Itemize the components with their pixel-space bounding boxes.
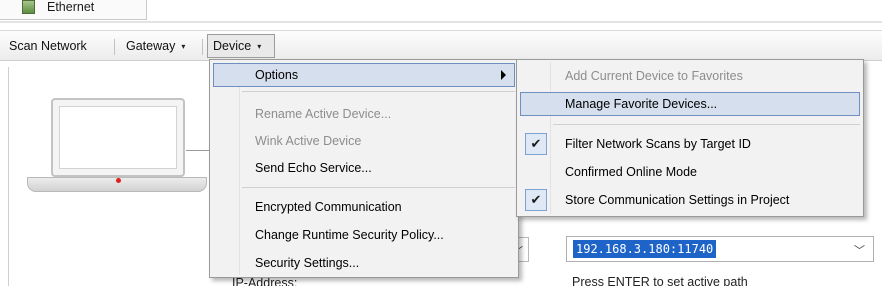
gateway-dropdown-button[interactable]: Gateway ▾: [121, 34, 190, 58]
menu-item-label: Add Current Device to Favorites: [565, 69, 743, 83]
laptop-screen: [51, 98, 185, 177]
tab-strip: Ethernet: [0, 0, 882, 23]
tab-ethernet-label: Ethernet: [47, 0, 95, 14]
menu-item-options[interactable]: Options: [213, 63, 515, 87]
menu-item-label: Encrypted Communication: [255, 200, 402, 214]
menu-item-filter-network-scans-by-target-id[interactable]: Filter Network Scans by Target ID: [520, 132, 860, 156]
menu-separator: [242, 91, 515, 92]
press-enter-hint: Press ENTER to set active path: [572, 275, 748, 286]
menu-separator: [553, 124, 860, 125]
menu-item-label: Store Communication Settings in Project: [565, 193, 790, 207]
device-dropdown-button[interactable]: Device ▾: [207, 34, 275, 58]
menu-item-manage-favorite-devices[interactable]: Manage Favorite Devices...: [520, 92, 860, 116]
chevron-down-icon: ▾: [181, 41, 186, 51]
options-submenu: Add Current Device to Favorites Manage F…: [516, 59, 864, 217]
menu-item-rename-active-device[interactable]: Rename Active Device...: [213, 102, 515, 126]
chevron-down-icon: ﹀: [854, 245, 865, 257]
menu-item-store-communication-settings-in-project[interactable]: Store Communication Settings in Project: [520, 188, 860, 212]
toolbar: Scan Network Gateway ▾ Device ▾: [0, 30, 882, 61]
laptop-display: [59, 106, 177, 169]
device-label: Device: [213, 39, 252, 53]
menu-item-add-current-device-to-favorites[interactable]: Add Current Device to Favorites: [520, 64, 860, 88]
toolbar-separator: [202, 39, 203, 55]
active-path-value: 192.168.3.180:11740: [573, 240, 717, 258]
submenu-arrow-icon: [501, 70, 506, 80]
menu-item-label: Confirmed Online Mode: [565, 165, 698, 179]
chevron-down-icon: ▾: [257, 41, 262, 51]
status-led-icon: [116, 178, 121, 183]
menu-item-label: Change Runtime Security Policy...: [255, 228, 444, 242]
scan-network-button[interactable]: Scan Network: [4, 34, 92, 58]
menu-item-label: Rename Active Device...: [255, 107, 392, 121]
gateway-label: Gateway: [126, 39, 176, 53]
tab-ethernet[interactable]: Ethernet: [0, 0, 147, 20]
menu-item-label: Send Echo Service...: [255, 161, 372, 175]
menu-item-security-settings[interactable]: Security Settings...: [213, 251, 515, 275]
menu-item-label: Options: [255, 68, 299, 82]
menu-item-confirmed-online-mode[interactable]: Confirmed Online Mode: [520, 160, 860, 184]
menu-item-label: Filter Network Scans by Target ID: [565, 137, 751, 151]
device-menu: Options Rename Active Device... Wink Act…: [209, 59, 519, 278]
menu-item-send-echo-service[interactable]: Send Echo Service...: [213, 156, 515, 180]
toolbar-separator: [114, 39, 115, 55]
scan-network-label: Scan Network: [9, 39, 87, 53]
menu-item-change-runtime-security-policy[interactable]: Change Runtime Security Policy...: [213, 223, 515, 247]
menu-item-label: Wink Active Device: [255, 134, 362, 148]
network-adapter-icon: [22, 0, 35, 14]
menu-item-wink-active-device[interactable]: Wink Active Device: [213, 129, 515, 153]
panel-left-border: [8, 67, 9, 286]
tab-divider: [0, 21, 882, 23]
menu-item-encrypted-communication[interactable]: Encrypted Communication: [213, 195, 515, 219]
menu-item-label: Manage Favorite Devices...: [565, 97, 718, 111]
menu-item-label: Security Settings...: [255, 256, 360, 270]
active-path-combo[interactable]: 192.168.3.180:11740 ﹀: [566, 236, 874, 262]
menu-separator: [242, 187, 515, 188]
